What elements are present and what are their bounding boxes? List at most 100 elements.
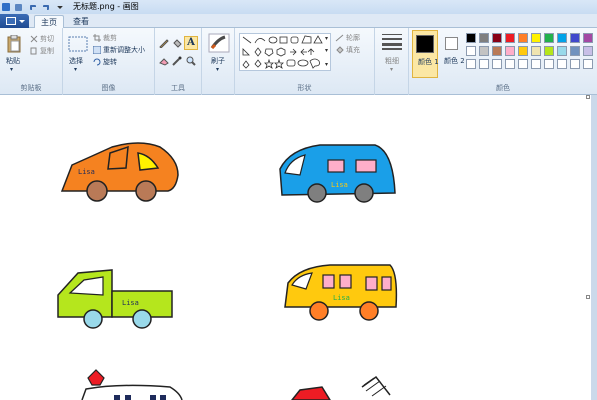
palette-swatch[interactable] [531,46,541,56]
palette-swatch[interactable] [557,33,567,43]
palette-swatch[interactable] [518,59,528,69]
palette-swatch[interactable] [570,46,580,56]
paste-icon[interactable] [7,35,21,53]
palette-swatch[interactable] [557,46,567,56]
palette-swatch[interactable] [492,33,502,43]
color2-button[interactable]: 颜色 2 [440,30,465,78]
chevron-down-icon[interactable]: ▾ [74,66,77,73]
blue-bus: Lisa [279,144,396,203]
palette-swatch[interactable] [466,59,476,69]
resize-handle-top[interactable] [586,95,590,99]
colors-group: 颜色 1 颜色 2 颜色 [409,28,597,95]
rotate-icon[interactable] [93,58,101,66]
car-lisa-label-4: Lisa [333,294,350,302]
fill-icon[interactable] [335,46,345,54]
pencil-icon[interactable] [159,38,169,48]
brush-icon[interactable] [208,33,230,53]
palette-swatch[interactable] [492,59,502,69]
green-truck: Lisa [57,269,173,329]
chevron-down-icon[interactable]: ▾ [10,66,13,73]
palette-swatch[interactable] [466,33,476,43]
palette-swatch[interactable] [544,33,554,43]
brushes-button[interactable]: 刷子 [211,56,225,66]
palette-swatch[interactable] [557,59,567,69]
palette-swatch[interactable] [583,46,593,56]
paste-button[interactable]: 粘贴 [6,56,20,66]
outline-icon[interactable] [335,34,345,42]
paint-app-icon[interactable] [2,3,10,11]
palette-swatch[interactable] [531,33,541,43]
canvas-area: Lisa Lisa Lisa Lisa [0,95,597,400]
size-button[interactable]: 粗细 [385,56,399,66]
car-lisa-label-1: Lisa [78,168,95,176]
palette-swatch[interactable] [531,59,541,69]
redo-icon[interactable] [43,4,49,10]
palette-swatch[interactable] [479,46,489,56]
rotate-button[interactable]: 旋转 [103,57,117,67]
outline-button[interactable]: 轮廓 [346,33,360,43]
palette-swatch[interactable] [570,33,580,43]
quick-access-toolbar [2,3,63,11]
palette-swatch[interactable] [583,33,593,43]
palette-swatch[interactable] [544,46,554,56]
resize-icon[interactable] [93,46,101,54]
color2-swatch [445,37,458,50]
palette-swatch[interactable] [570,59,580,69]
tab-view[interactable]: 查看 [67,15,95,28]
eraser-icon[interactable] [159,56,169,66]
tab-home[interactable]: 主页 [34,15,64,28]
customize-toolbar-icon[interactable] [57,5,63,9]
file-menu-button[interactable] [0,14,29,28]
text-tool-icon[interactable]: A [184,36,198,50]
chevron-down-icon[interactable]: ▾ [390,66,393,73]
resize-handle-right[interactable] [586,295,590,299]
copy-button[interactable]: 复制 [40,46,54,56]
image-group-label: 图像 [101,84,116,92]
drawing-canvas[interactable]: Lisa Lisa Lisa Lisa [0,95,591,400]
chevron-down-icon[interactable]: ▾ [216,66,219,73]
select-icon[interactable] [68,36,88,52]
palette-swatch[interactable] [466,46,476,56]
color1-button[interactable]: 颜色 1 [412,30,439,78]
magnifier-icon[interactable] [186,56,196,66]
car-lisa-label-2: Lisa [331,181,348,189]
shapes-group: 轮廓 填充 形状 [235,28,375,95]
palette-swatch[interactable] [505,46,515,56]
cut-button[interactable]: 剪切 [40,34,54,44]
line-width-icon[interactable] [382,34,402,50]
palette-swatch[interactable] [505,59,515,69]
color2-label: 颜色 2 [444,57,465,65]
scissors-icon[interactable] [30,35,38,43]
drawing: Lisa Lisa Lisa Lisa [57,142,398,400]
size-group: 粗细 ▾ [375,28,409,95]
color-palette [466,33,596,73]
title-bar: 无标题.png - 画图 [0,0,597,14]
palette-swatch[interactable] [492,46,502,56]
fill-bucket-icon[interactable] [172,38,182,48]
yellow-bus: Lisa [284,264,398,321]
palette-swatch[interactable] [583,59,593,69]
resize-button[interactable]: 重新调整大小 [103,45,145,55]
clipboard-group: 粘贴 ▾ 剪切 复制 剪贴板 [0,28,63,95]
undo-icon[interactable] [30,4,36,10]
shapes-group-label: 形状 [297,84,312,92]
palette-swatch[interactable] [544,59,554,69]
tools-group-label: 工具 [171,84,185,92]
palette-swatch[interactable] [479,33,489,43]
ribbon: 粘贴 ▾ 剪切 复制 剪贴板 选择 ▾ 裁剪 重新调整大小 旋转 图像 A 工具… [0,28,597,95]
fill-button[interactable]: 填充 [346,45,360,55]
palette-swatch[interactable] [505,33,515,43]
color1-swatch [416,35,434,53]
color-picker-icon[interactable] [172,56,182,66]
save-icon[interactable] [15,3,22,11]
palette-swatch[interactable] [518,46,528,56]
select-button[interactable]: 选择 [69,56,83,66]
palette-swatch[interactable] [479,59,489,69]
crop-icon[interactable] [93,34,101,42]
shapes-gallery[interactable] [239,33,331,71]
palette-swatch[interactable] [518,33,528,43]
chevron-down-icon [19,20,25,23]
crop-button[interactable]: 裁剪 [103,33,117,43]
fire-truck [291,375,391,400]
copy-icon[interactable] [30,47,38,55]
